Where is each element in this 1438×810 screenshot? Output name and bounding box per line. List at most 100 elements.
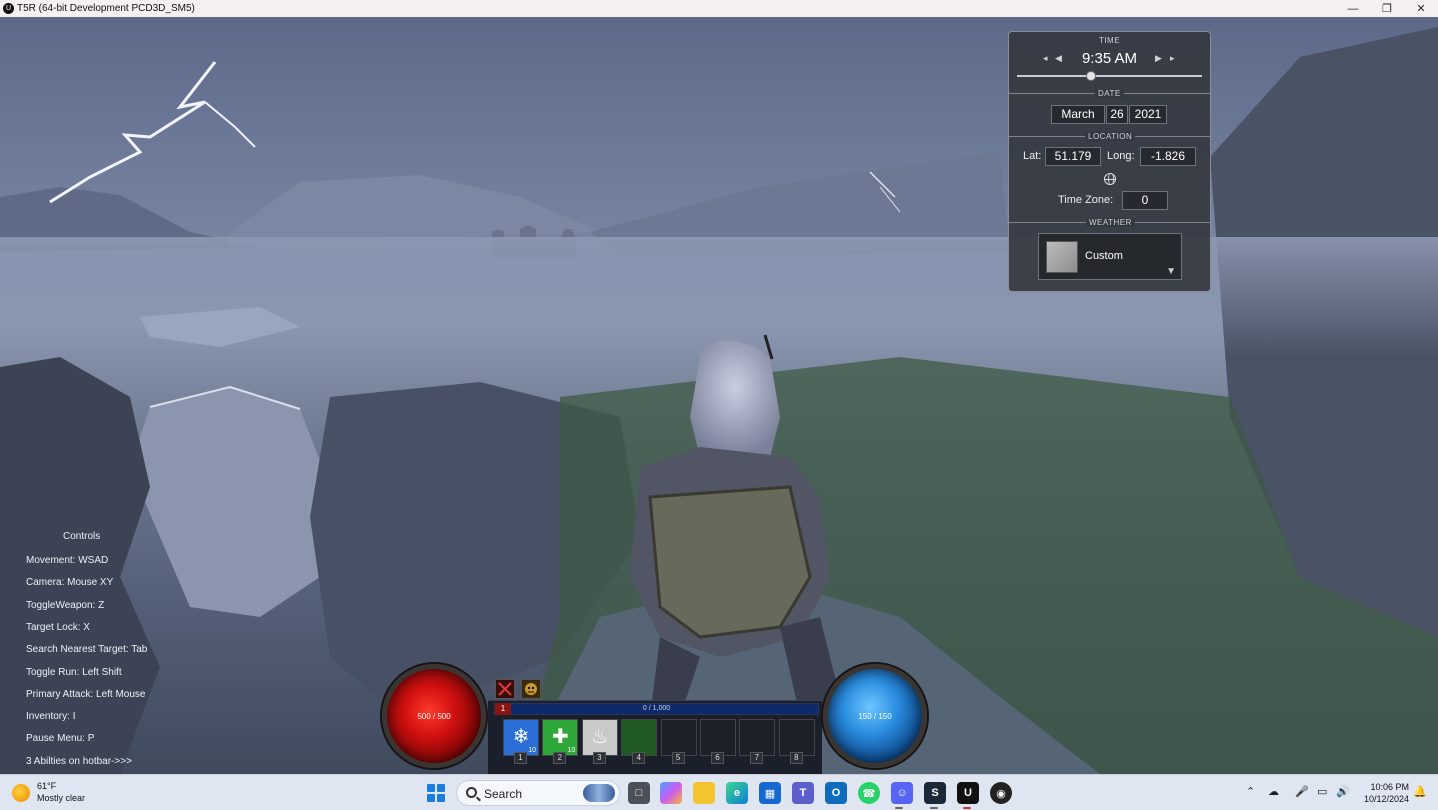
crossed-swords-icon [495, 679, 515, 699]
discord-icon[interactable]: ☺ [891, 782, 913, 804]
time-section-title: TIME [1098, 36, 1121, 45]
controls-line: Pause Menu: P [26, 733, 95, 744]
time-step-forward-small-icon[interactable]: ▸ [1170, 53, 1175, 64]
day-field[interactable]: 26 [1106, 105, 1128, 124]
file-explorer-icon[interactable] [693, 782, 715, 804]
mountain-mid [230, 175, 600, 245]
slot-charge-count: 10 [528, 747, 536, 754]
time-value: 9:35 AM [1081, 50, 1138, 67]
hotbar-slot-number: 5 [671, 752, 685, 764]
unreal-engine-icon[interactable]: U [957, 782, 979, 804]
minimize-button[interactable]: — [1336, 0, 1370, 17]
window-title: T5R (64-bit Development PCD3D_SM5) [17, 3, 195, 14]
mana-value: 150 / 150 [858, 711, 892, 721]
search-label: Search [484, 787, 523, 801]
hotbar-slot-6[interactable] [700, 719, 736, 756]
mana-orb: 150 / 150 [823, 664, 927, 768]
hotbar-slot-7[interactable] [739, 719, 776, 756]
hotbar-slot-5[interactable] [660, 719, 697, 756]
hotbar-slot-4[interactable] [621, 719, 658, 756]
running-indicator [930, 807, 938, 809]
month-field[interactable]: March [1051, 105, 1105, 124]
microphone-icon[interactable]: 🎤 [1295, 785, 1309, 798]
window-title-bar: U T5R (64-bit Development PCD3D_SM5) — ❐… [0, 0, 1438, 17]
restore-button[interactable]: ❐ [1370, 0, 1404, 17]
controls-line: Movement: WSAD [26, 555, 109, 566]
hotbar-slot-1[interactable]: ❄ 10 [503, 719, 539, 756]
hotbar-slot-8[interactable] [778, 719, 815, 756]
landscape-scene [0, 27, 1438, 774]
chevron-up-icon[interactable]: ⌃ [1246, 785, 1255, 798]
whatsapp-icon[interactable]: ☎ [858, 782, 880, 804]
taskbar-search-box[interactable]: Search [456, 780, 620, 806]
demon-face-icon [521, 679, 541, 699]
running-indicator [895, 807, 903, 809]
controls-line: Target Lock: X [26, 622, 90, 633]
time-slider-knob[interactable] [1086, 71, 1096, 81]
experience-value: 0 / 1,000 [642, 705, 671, 712]
hotbar-slot-number: 7 [750, 752, 764, 764]
controls-line: Camera: Mouse XY [26, 577, 114, 588]
search-icon [466, 787, 477, 798]
clock-date: 10/12/2024 [1363, 794, 1409, 804]
timezone-field[interactable]: 0 [1122, 191, 1168, 210]
heal-cross-icon: ✚ [552, 726, 569, 748]
longitude-field[interactable]: -1.826 [1140, 147, 1196, 166]
network-icon[interactable]: ▭ [1317, 785, 1327, 798]
year-field[interactable]: 2021 [1129, 105, 1167, 124]
weather-swatch [1046, 241, 1078, 273]
time-of-day-slider[interactable] [1017, 71, 1202, 81]
github-icon[interactable]: ◉ [990, 782, 1012, 804]
date-section-title: DATE [1095, 89, 1124, 98]
taskbar-clock[interactable]: 10:06 PM 10/12/2024 [1357, 781, 1409, 805]
steam-icon[interactable]: S [924, 782, 946, 804]
ice-shard-icon: ❄ [512, 726, 530, 748]
time-row: ◂ ◀ 9:35 AM ▶ ▸ [1009, 50, 1210, 70]
edge-icon[interactable]: e [726, 782, 748, 804]
time-step-forward-icon[interactable]: ▶ [1155, 53, 1162, 64]
hotbar-slot-number: 3 [592, 752, 606, 764]
volume-icon[interactable]: 🔊 [1336, 785, 1350, 798]
windows-start-icon[interactable] [427, 784, 445, 802]
latitude-label: Lat: [1023, 150, 1042, 162]
slot-charge-count: 10 [567, 747, 576, 754]
globe-icon[interactable] [1104, 173, 1116, 185]
controls-line: 3 Abilties on hotbar->>> [26, 756, 132, 767]
hotbar-slot-number: 8 [789, 752, 803, 764]
level-badge: 1 [495, 703, 511, 715]
health-value: 500 / 500 [417, 711, 451, 721]
copilot-icon[interactable] [660, 782, 682, 804]
notification-bell-icon[interactable]: 🔔 [1413, 785, 1427, 798]
weather-section-title: WEATHER [1086, 218, 1135, 227]
experience-bar: 0 / 1,000 [494, 703, 819, 715]
timezone-label: Time Zone: [1058, 194, 1114, 206]
close-button[interactable]: ✕ [1404, 0, 1438, 17]
hotbar-slot-number: 4 [632, 752, 646, 764]
controls-line: Search Nearest Target: Tab [26, 644, 148, 655]
windows-taskbar: 61°F Mostly clear Search □ e ▦ T O ☎ ☺ S… [0, 774, 1438, 810]
clock-time: 10:06 PM [1370, 782, 1409, 792]
longitude-label: Long: [1107, 150, 1135, 162]
chevron-down-icon: ▼ [1166, 266, 1176, 277]
controls-title: Controls [63, 531, 101, 542]
weather-temperature: 61°F [37, 781, 57, 791]
controls-line: ToggleWeapon: Z [26, 600, 105, 611]
teams-icon[interactable]: T [792, 782, 814, 804]
hotbar-slot-number: 2 [553, 752, 567, 764]
location-section-title: LOCATION [1085, 132, 1136, 141]
latitude-field[interactable]: 51.179 [1045, 147, 1101, 166]
search-highlight-icon [583, 784, 615, 802]
weather-dropdown[interactable]: Custom ▼ [1038, 233, 1182, 280]
game-viewport[interactable] [0, 17, 1438, 774]
running-indicator [963, 807, 971, 809]
store-icon[interactable]: ▦ [759, 782, 781, 804]
controls-line: Inventory: I [26, 711, 76, 722]
hotbar-slot-2[interactable]: ✚ 10 [542, 719, 579, 756]
hotbar-slot-3[interactable]: ♨ [581, 719, 618, 756]
weather-condition: Mostly clear [37, 793, 86, 803]
lightning-bolt [49, 61, 217, 204]
flame-icon: ♨ [590, 726, 609, 748]
outlook-icon[interactable]: O [825, 782, 847, 804]
onedrive-icon[interactable]: ☁ [1268, 785, 1279, 798]
task-view-icon[interactable]: □ [628, 782, 650, 804]
